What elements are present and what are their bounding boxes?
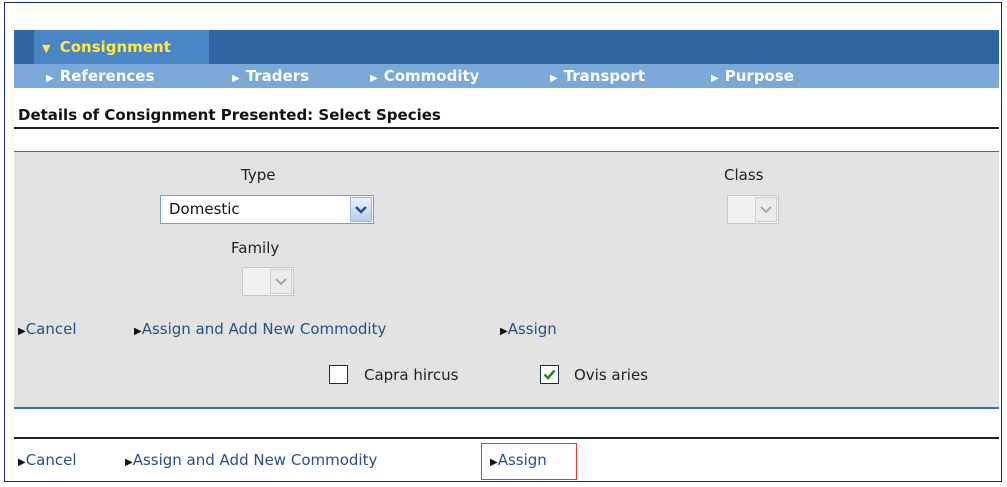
divider — [14, 437, 999, 439]
subnav-traders[interactable]: ▶ Traders — [232, 64, 309, 88]
bottom-assign-add-new-commodity-link[interactable]: ▶Assign and Add New Commodity — [125, 451, 377, 469]
subnav-references[interactable]: ▶ References — [46, 64, 154, 88]
chevron-down-icon[interactable] — [270, 269, 292, 294]
caret-right-icon: ▶ — [134, 326, 142, 337]
class-select[interactable] — [727, 195, 779, 224]
ovis-aries-checkbox[interactable] — [540, 365, 559, 384]
subnav-transport[interactable]: ▶ Transport — [550, 64, 645, 88]
caret-right-icon: ▶ — [125, 457, 133, 468]
caret-down-icon: ▼ — [42, 42, 51, 55]
caret-right-icon: ▶ — [500, 326, 508, 337]
type-select[interactable]: Domestic — [160, 195, 374, 224]
tab-consignment-label: Consignment — [59, 38, 171, 56]
caret-right-icon: ▶ — [550, 73, 558, 84]
divider — [14, 127, 999, 129]
caret-right-icon: ▶ — [46, 73, 54, 84]
chevron-down-icon[interactable] — [755, 197, 777, 222]
bottom-cancel-link[interactable]: ▶Cancel — [18, 451, 77, 469]
caret-right-icon: ▶ — [18, 457, 26, 468]
page-title: Details of Consignment Presented: Select… — [18, 106, 441, 124]
main-nav-bar: ▼ Consignment — [14, 30, 999, 64]
bottom-cancel-label: Cancel — [25, 451, 77, 469]
cancel-link[interactable]: ▶Cancel — [18, 320, 77, 338]
species-selection-panel: Type Domestic Class Family ▶Cancel ▶Assi… — [14, 151, 999, 409]
family-label: Family — [231, 239, 280, 257]
subnav-label: Transport — [563, 67, 646, 85]
subnav-commodity[interactable]: ▶ Commodity — [370, 64, 479, 88]
subnav-purpose[interactable]: ▶ Purpose — [711, 64, 794, 88]
cancel-link-label: Cancel — [25, 320, 77, 338]
bottom-assign-add-label: Assign and Add New Commodity — [132, 451, 378, 469]
caret-right-icon: ▶ — [370, 73, 378, 84]
chevron-down-icon[interactable] — [350, 197, 372, 222]
subnav-label: Commodity — [383, 67, 480, 85]
ovis-aries-label: Ovis aries — [574, 366, 649, 384]
assign-add-new-commodity-link[interactable]: ▶Assign and Add New Commodity — [134, 320, 386, 338]
capra-hircus-checkbox[interactable] — [329, 365, 348, 384]
assign-link[interactable]: ▶Assign — [500, 320, 557, 338]
type-select-value: Domestic — [169, 200, 240, 218]
assign-add-link-label: Assign and Add New Commodity — [141, 320, 387, 338]
highlight-box — [481, 443, 577, 480]
tab-consignment[interactable]: ▼ Consignment — [34, 30, 209, 64]
subnav-label: References — [59, 67, 155, 85]
caret-right-icon: ▶ — [711, 73, 719, 84]
caret-right-icon: ▶ — [18, 326, 26, 337]
assign-link-label: Assign — [507, 320, 557, 338]
capra-hircus-label: Capra hircus — [364, 366, 459, 384]
type-label: Type — [241, 166, 276, 184]
class-label: Class — [724, 166, 764, 184]
subnav-label: Purpose — [724, 67, 794, 85]
subnav-label: Traders — [245, 67, 310, 85]
family-select[interactable] — [242, 267, 294, 296]
checkmark-icon — [543, 369, 556, 380]
caret-right-icon: ▶ — [232, 73, 240, 84]
sub-nav-bar: ▶ References ▶ Traders ▶ Commodity ▶ Transpo… — [14, 64, 999, 88]
